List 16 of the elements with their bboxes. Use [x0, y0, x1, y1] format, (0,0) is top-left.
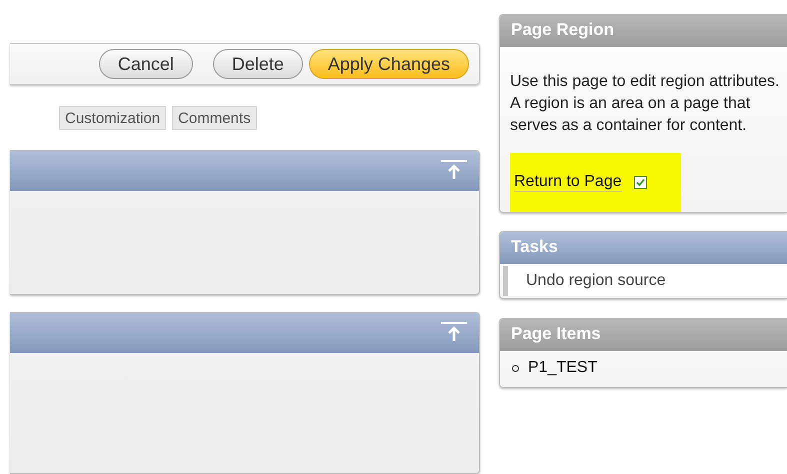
panel-title: Tasks: [500, 232, 787, 264]
apply-changes-button[interactable]: Apply Changes: [308, 49, 469, 79]
tab[interactable]: Comments: [172, 106, 257, 130]
scroll-top-icon[interactable]: [441, 160, 467, 180]
return-to-page-link[interactable]: Return to Page: [514, 173, 622, 192]
tab[interactable]: Customization: [59, 106, 166, 130]
panel-title: Page Items: [500, 319, 787, 351]
scroll-top-icon[interactable]: [441, 322, 467, 342]
checkbox[interactable]: [634, 176, 647, 189]
panel-title: Page Region: [500, 15, 787, 47]
page-item[interactable]: P1_TEST: [528, 359, 598, 377]
description-text: Use this page to edit region attributes. A region is an area on a page that serves as a container for content.: [510, 72, 780, 136]
action-button[interactable]: Delete: [212, 49, 303, 79]
action-button[interactable]: Cancel: [98, 49, 193, 79]
task-link[interactable]: Undo region source: [503, 266, 787, 296]
bullet-icon: [512, 364, 519, 372]
